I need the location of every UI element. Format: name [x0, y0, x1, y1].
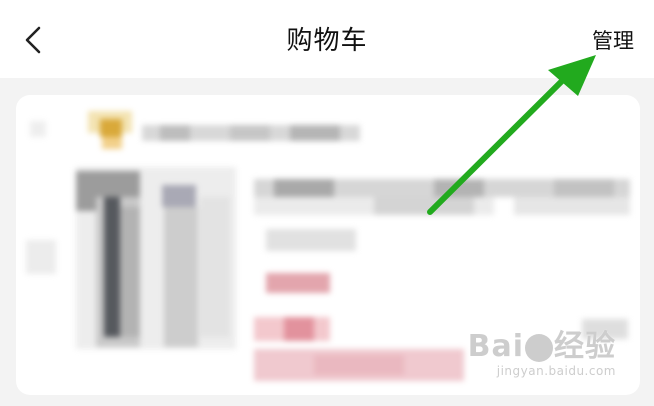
product-title[interactable] [254, 179, 630, 215]
product-price [254, 317, 330, 341]
quantity-stepper[interactable] [582, 319, 628, 339]
product-spec[interactable] [266, 229, 356, 251]
select-checkbox[interactable] [26, 240, 56, 274]
page-title: 购物车 [286, 26, 368, 56]
top-nav-bar: 购物车 管理 [0, 0, 654, 78]
promo-tag [266, 273, 330, 293]
cart-item-card[interactable] [16, 95, 640, 395]
product-image[interactable] [76, 167, 236, 349]
store-name-row[interactable] [30, 111, 360, 149]
manage-button[interactable]: 管理 [592, 26, 634, 56]
promo-banner [254, 349, 464, 381]
